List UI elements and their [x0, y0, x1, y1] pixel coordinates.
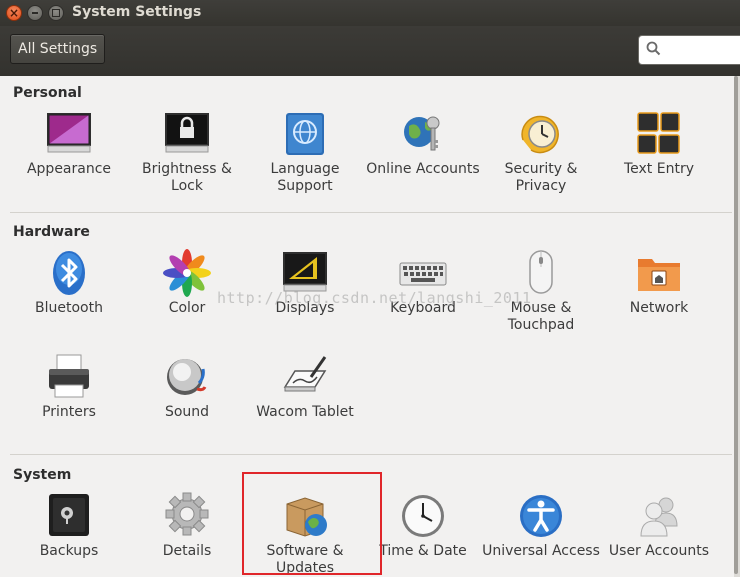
- settings-item-online-accounts[interactable]: Online Accounts: [364, 110, 482, 190]
- appearance-icon: [47, 113, 91, 153]
- close-icon: ×: [8, 6, 20, 20]
- settings-item-universal-access[interactable]: Universal Access: [482, 492, 600, 572]
- settings-item-label: Universal Access: [482, 543, 600, 559]
- settings-item-network[interactable]: Network: [600, 249, 718, 329]
- settings-item-label: Online Accounts: [366, 161, 480, 177]
- text-entry-icon: [637, 112, 680, 154]
- close-window-button[interactable]: ×: [6, 5, 22, 21]
- settings-item-label: Appearance: [26, 161, 112, 177]
- scrollbar[interactable]: [734, 76, 740, 577]
- settings-item-label: User Accounts: [608, 543, 710, 559]
- sound-icon: [167, 359, 207, 395]
- language-support-icon: [286, 113, 324, 155]
- color-icon: [163, 249, 211, 297]
- settings-item-backups[interactable]: Backups: [10, 492, 128, 572]
- settings-item-label: Brightness & Lock: [142, 161, 232, 194]
- settings-item-label: Backups: [39, 543, 99, 559]
- settings-item-label: Printers: [42, 404, 96, 420]
- settings-item-printers[interactable]: Printers: [10, 353, 128, 433]
- section-title-personal: Personal: [13, 85, 82, 101]
- section-divider: [10, 212, 732, 213]
- settings-item-security-privacy[interactable]: Security & Privacy: [482, 110, 600, 194]
- online-accounts-icon: [404, 116, 440, 151]
- watermark-text: http://blog.csdn.net/langshi_2011: [217, 289, 532, 307]
- toolbar: All Settings: [0, 26, 740, 76]
- settings-item-language-support[interactable]: Language Support: [246, 110, 364, 194]
- network-icon: [638, 259, 680, 291]
- backups-icon: [49, 494, 89, 536]
- bluetooth-icon: [53, 251, 85, 295]
- settings-item-label: Wacom Tablet: [256, 404, 354, 420]
- settings-item-text-entry[interactable]: Text Entry: [600, 110, 718, 190]
- settings-item-label: Security & Privacy: [504, 161, 578, 194]
- details-icon: [165, 492, 209, 536]
- settings-item-label: Bluetooth: [35, 300, 103, 316]
- settings-item-wacom-tablet[interactable]: Wacom Tablet: [246, 353, 364, 433]
- settings-item-sound[interactable]: Sound: [128, 353, 246, 433]
- settings-item-details[interactable]: Details: [128, 492, 246, 572]
- all-settings-button[interactable]: All Settings: [10, 34, 106, 64]
- settings-item-label: Language Support: [270, 161, 340, 194]
- maximize-window-button[interactable]: [48, 5, 64, 21]
- settings-item-user-accounts[interactable]: User Accounts: [600, 492, 718, 572]
- settings-item-appearance[interactable]: Appearance: [10, 110, 128, 190]
- scrollbar-thumb[interactable]: [734, 76, 738, 574]
- printer-icon: [49, 354, 89, 398]
- security-privacy-icon: [521, 115, 559, 154]
- time-date-icon: [402, 495, 444, 537]
- search-input[interactable]: [638, 35, 740, 65]
- title-bar: × System Settings: [0, 0, 740, 26]
- settings-item-brightness-lock[interactable]: Brightness & Lock: [128, 110, 246, 194]
- settings-item-label: Details: [162, 543, 212, 559]
- brightness-lock-icon: [165, 113, 209, 153]
- section-divider: [10, 454, 732, 455]
- settings-item-bluetooth[interactable]: Bluetooth: [10, 249, 128, 329]
- section-title-system: System: [13, 467, 72, 483]
- search-icon: [646, 41, 661, 56]
- universal-access-icon: [520, 495, 562, 537]
- wacom-tablet-icon: [283, 356, 327, 392]
- settings-item-label: Sound: [164, 404, 210, 420]
- window-title: System Settings: [72, 4, 202, 20]
- settings-item-label: Network: [629, 300, 689, 316]
- settings-item-label: Text Entry: [623, 161, 694, 177]
- section-title-hardware: Hardware: [13, 224, 90, 240]
- user-accounts-icon: [640, 497, 678, 537]
- minimize-window-button[interactable]: [27, 5, 43, 21]
- system-settings-window: × System Settings All Settings Personal: [0, 0, 740, 577]
- highlight-box: [242, 472, 382, 575]
